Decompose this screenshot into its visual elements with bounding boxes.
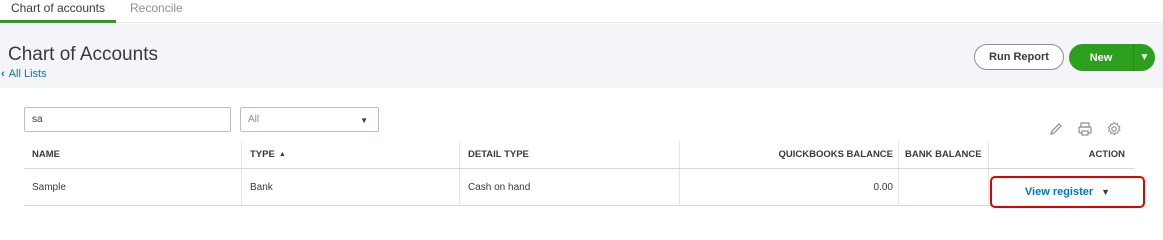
column-divider (679, 141, 680, 168)
table-row[interactable]: Sample Bank Cash on hand 0.00 View regis… (24, 169, 1145, 208)
column-divider (459, 169, 460, 205)
type-filter-select[interactable]: All ▼ (240, 107, 379, 132)
table-header-row: NAME TYPE ▲ DETAIL TYPE QUICKBOOKS BALAN… (24, 141, 1135, 169)
column-divider (241, 141, 242, 168)
column-header-bank-balance[interactable]: BANK BALANCE (905, 141, 982, 168)
type-filter-value: All (248, 114, 260, 125)
tab-bar: Chart of accounts Reconcile (0, 0, 1163, 23)
tab-reconcile[interactable]: Reconcile (130, 0, 183, 23)
column-divider (988, 141, 989, 168)
column-divider (988, 169, 989, 205)
all-lists-link[interactable]: ‹ All Lists (1, 68, 47, 80)
column-divider (898, 141, 899, 168)
view-register-button[interactable]: View register ▼ (990, 176, 1145, 208)
column-divider (679, 169, 680, 205)
run-report-button[interactable]: Run Report (974, 44, 1064, 70)
row-quickbooks-balance: 0.00 (873, 181, 893, 193)
chevron-down-icon[interactable]: ▼ (1101, 187, 1110, 197)
new-dropdown-caret-icon[interactable]: ▼ (1134, 52, 1155, 63)
column-header-type[interactable]: TYPE ▲ (250, 141, 286, 168)
row-type: Bank (250, 181, 273, 193)
gear-icon[interactable] (1106, 121, 1122, 137)
column-header-quickbooks-balance[interactable]: QUICKBOOKS BALANCE (778, 141, 893, 168)
sort-ascending-icon: ▲ (278, 151, 286, 158)
column-header-detail-type[interactable]: DETAIL TYPE (468, 141, 529, 168)
pencil-icon[interactable] (1048, 121, 1064, 137)
accounts-table: NAME TYPE ▲ DETAIL TYPE QUICKBOOKS BALAN… (24, 141, 1145, 208)
page-header: Chart of Accounts ‹ All Lists Run Report… (0, 24, 1163, 88)
row-detail-type: Cash on hand (468, 181, 531, 193)
search-input[interactable] (24, 107, 231, 132)
tab-chart-of-accounts[interactable]: Chart of accounts (0, 0, 116, 23)
all-lists-label: All Lists (8, 68, 47, 80)
column-divider (241, 169, 242, 205)
column-divider (898, 169, 899, 205)
new-button[interactable]: New ▼ (1069, 44, 1155, 71)
chevron-left-icon: ‹ (1, 68, 5, 80)
column-divider (459, 141, 460, 168)
column-header-action: ACTION (1088, 149, 1125, 160)
printer-icon[interactable] (1077, 121, 1093, 137)
column-header-type-label: TYPE (250, 149, 275, 160)
view-register-label: View register (1024, 186, 1094, 198)
column-header-name[interactable]: NAME (32, 141, 60, 168)
new-button-label: New (1089, 51, 1113, 64)
table-tools (1048, 121, 1122, 137)
row-name: Sample (32, 181, 66, 193)
page-title: Chart of Accounts (8, 44, 158, 65)
chevron-down-icon: ▼ (360, 116, 368, 125)
